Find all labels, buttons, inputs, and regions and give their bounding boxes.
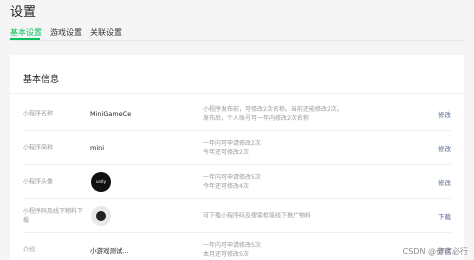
row-label: 小程序头像 [23,178,54,185]
row-value: 小游戏测试... [90,247,129,255]
row-desc-line: 一年内可申请修改5次 [203,173,261,181]
page-title: 设置 [10,5,37,20]
qrcode-icon [91,205,111,226]
row-avatar: 小程序头像 unity 一年内可申请修改5次 今年还可修改4次 修改 [23,165,451,199]
row-qrcode: 小程序码及线下物料下载 可下载小程序码及搜索框等线下推广物料 下载 [23,199,451,233]
section-title: 基本信息 [23,75,60,85]
modify-short-name-link[interactable]: 修改 [438,143,451,153]
row-desc: 小程序发布前，可修改2次名称。当前还能修改2次。 发布后，个人账号可一年内修改2… [203,105,343,123]
download-link[interactable]: 下载 [438,211,451,221]
tab-divider [10,40,464,41]
row-desc: 一年内可申请修改5次 今年还可修改4次 [203,173,261,191]
row-desc-line: 小程序发布前，可修改2次名称。当前还能修改2次。 [203,105,343,113]
qrcode-center [96,210,106,221]
row-desc: 一年内可申请修改2次 今年还可修改2次 [203,139,261,157]
row-desc-line: 本月还可修改5次 [203,251,249,258]
row-name: 小程序名称 MiniGameCe 小程序发布前，可修改2次名称。当前还能修改2次… [23,97,451,131]
row-desc: 一年内可申请修改5次 本月还可修改5次 [203,241,261,259]
section-divider [10,93,464,94]
row-label: 介绍 [23,246,36,254]
row-label: 小程序码及线下物料下载 [23,207,84,224]
avatar-logo-text: unity [95,179,107,184]
row-intro: 介绍 小游戏测试... 一年内可申请修改5次 本月还可修改5次 修改 [23,233,451,260]
row-value: mini [90,143,105,152]
watermark: CSDN @奋宫必行 [402,247,468,256]
row-desc-line: 可下载小程序码及搜索框等线下推广物料 [203,212,312,219]
row-label: 小程序简称 [23,144,54,151]
row-desc-line: 今年还可修改4次 [203,182,249,190]
tab-association-settings[interactable]: 关联设置 [90,27,122,41]
avatar: unity [91,171,111,192]
row-label: 小程序名称 [23,110,54,117]
row-desc-line: 一年内可申请修改5次 [203,242,261,249]
row-desc: 可下载小程序码及搜索框等线下推广物料 [203,211,311,220]
row-short-name: 小程序简称 mini 一年内可申请修改2次 今年还可修改2次 修改 [23,131,451,165]
row-desc-line: 发布后，个人账号可一年内修改2次名称 [203,114,309,122]
modify-name-link[interactable]: 修改 [438,109,451,119]
tab-game-settings[interactable]: 游戏设置 [50,27,82,41]
row-desc-line: 今年还可修改2次 [203,148,249,156]
row-desc-line: 一年内可申请修改2次 [203,139,261,147]
basic-info-card: 基本信息 小程序名称 MiniGameCe 小程序发布前，可修改2次名称。当前还… [10,55,464,260]
row-value: MiniGameCe [90,109,132,118]
modify-avatar-link[interactable]: 修改 [438,177,451,187]
